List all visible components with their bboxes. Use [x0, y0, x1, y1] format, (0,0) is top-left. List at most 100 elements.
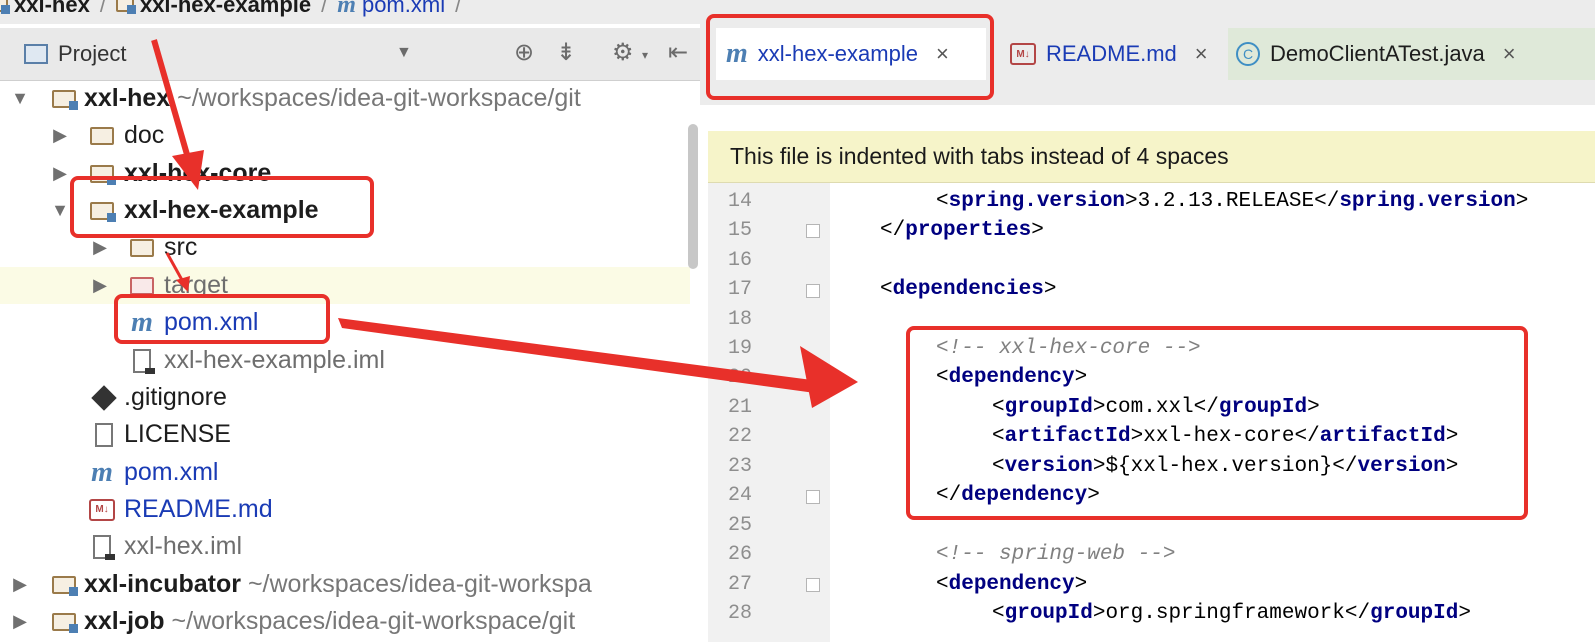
collapse-all-icon[interactable]: ⇟	[556, 38, 576, 67]
close-icon[interactable]: ×	[1503, 41, 1516, 67]
line-number: 15	[727, 219, 752, 242]
tree-item-xxl-hex[interactable]: ▼ xxl-hex ~/workspaces/idea-git-workspac…	[0, 80, 690, 117]
text-file-icon	[90, 422, 118, 447]
tree-path: ~/workspaces/idea-git-workspace/git	[177, 84, 581, 112]
breadcrumb-separator: /	[455, 0, 462, 17]
tree-item-xxl-hex-core[interactable]: ▶ xxl-hex-core	[0, 155, 690, 192]
line-number: 25	[727, 514, 752, 537]
code-line-24: </dependency>	[936, 484, 1100, 507]
tab-readme[interactable]: M↓ README.md ×	[1010, 28, 1208, 80]
line-number: 23	[727, 455, 752, 478]
line-number: 19	[727, 337, 752, 360]
tree-item-example-iml[interactable]: xxl-hex-example.iml	[0, 342, 690, 379]
module-folder-icon	[50, 87, 78, 111]
code-line-17: <dependencies>	[880, 278, 1057, 301]
tree-label: src	[164, 233, 198, 261]
editor-tab-bar: m xxl-hex-example × M↓ README.md × C Dem…	[700, 0, 1595, 105]
folder-icon	[88, 124, 116, 148]
code-line-21: <groupId>com.xxl</groupId>	[992, 396, 1320, 419]
tree-item-hex-iml[interactable]: xxl-hex.iml	[0, 528, 690, 565]
code-line-15: </properties>	[880, 219, 1044, 242]
tree-label: doc	[124, 121, 165, 149]
tree-item-xxl-incubator[interactable]: ▶ xxl-incubator ~/workspaces/idea-git-wo…	[0, 566, 690, 603]
close-icon[interactable]: ×	[936, 41, 949, 67]
tree-item-doc[interactable]: ▶ doc	[0, 117, 690, 154]
tree-label: README.md	[124, 495, 273, 523]
locate-target-icon[interactable]: ⊕	[514, 38, 534, 67]
tab-xxl-hex-example[interactable]: m xxl-hex-example ×	[716, 28, 986, 80]
module-folder-icon	[88, 162, 116, 186]
tree-label: pom.xml	[124, 458, 219, 486]
project-tree: ▼ xxl-hex ~/workspaces/idea-git-workspac…	[0, 80, 690, 642]
tree-label: xxl-hex-core	[124, 159, 272, 187]
iml-file-icon	[88, 534, 116, 560]
dropdown-arrow-icon[interactable]: ▼	[396, 44, 412, 62]
code-line-27: <dependency>	[936, 573, 1088, 596]
settings-gear-icon[interactable]: ⚙	[612, 38, 634, 67]
collapsed-arrow-icon[interactable]: ▶	[90, 275, 110, 296]
tree-item-license[interactable]: LICENSE	[0, 416, 690, 453]
tree-item-xxl-hex-example[interactable]: ▼ xxl-hex-example	[0, 192, 690, 229]
tree-item-root-pom[interactable]: m pom.xml	[0, 454, 690, 491]
line-number: 27	[727, 573, 752, 596]
tab-label: xxl-hex-example	[757, 41, 918, 66]
tree-item-gitignore[interactable]: .gitignore	[0, 379, 690, 416]
tree-label: xxl-hex-example.iml	[164, 346, 385, 374]
expanded-arrow-icon[interactable]: ▼	[10, 88, 30, 109]
line-number: 17	[727, 278, 752, 301]
tree-label: xxl-job	[84, 607, 165, 635]
tree-label: xxl-hex.iml	[124, 532, 243, 560]
maven-icon: m	[726, 38, 748, 69]
tree-item-readme[interactable]: M↓ README.md	[0, 491, 690, 528]
module-folder-icon	[50, 573, 78, 597]
markdown-icon: M↓	[1010, 43, 1036, 65]
git-icon	[90, 384, 118, 411]
fold-marker-icon[interactable]	[806, 224, 820, 238]
tree-item-xxl-job[interactable]: ▶ xxl-job ~/workspaces/idea-git-workspac…	[0, 603, 690, 640]
tree-scrollbar[interactable]	[686, 124, 700, 274]
iml-file-icon	[128, 348, 156, 374]
chevron-down-icon[interactable]: ▾	[642, 48, 648, 62]
excluded-folder-icon	[128, 274, 156, 298]
markdown-icon: M↓	[88, 498, 116, 522]
tree-item-src[interactable]: ▶ src	[0, 229, 690, 266]
tree-path: ~/workspaces/idea-git-workspace/git	[171, 607, 576, 635]
scrollbar-thumb[interactable]	[688, 124, 698, 269]
fold-marker-icon[interactable]	[806, 284, 820, 298]
tree-item-example-pom[interactable]: m pom.xml	[0, 304, 690, 341]
project-view-title[interactable]: Project	[58, 41, 126, 67]
indent-notification-banner: This file is indented with tabs instead …	[708, 131, 1595, 183]
hide-panel-icon[interactable]: ⇤	[668, 38, 688, 67]
line-number: 21	[727, 396, 752, 419]
breadcrumb-item-xxl-hex[interactable]: xxl-hex	[0, 0, 90, 18]
code-line-20: <dependency>	[936, 366, 1088, 389]
tab-democlientatest[interactable]: C DemoClientATest.java ×	[1228, 28, 1595, 80]
collapsed-arrow-icon[interactable]: ▶	[10, 611, 30, 632]
line-number: 26	[727, 543, 752, 566]
fold-marker-icon[interactable]	[806, 490, 820, 504]
line-number: 28	[727, 602, 752, 625]
code-editor[interactable]: <spring.version>3.2.13.RELEASE</spring.v…	[830, 183, 1595, 642]
code-line-22: <artifactId>xxl-hex-core</artifactId>	[992, 425, 1459, 448]
collapsed-arrow-icon[interactable]: ▶	[90, 237, 110, 258]
collapsed-arrow-icon[interactable]: ▶	[10, 574, 30, 595]
tree-label: LICENSE	[124, 420, 231, 448]
tree-item-target[interactable]: ▶ target	[0, 267, 690, 304]
collapsed-arrow-icon[interactable]: ▶	[50, 125, 70, 146]
code-line-23: <version>${xxl-hex.version}</version>	[992, 455, 1459, 478]
collapsed-arrow-icon[interactable]: ▶	[50, 163, 70, 184]
maven-icon: m	[91, 456, 113, 488]
line-number: 24	[727, 484, 752, 507]
project-toolbar: Project ▼ ⊕ ⇟ ⚙ ▾ ⇤	[0, 28, 700, 81]
tree-label: xxl-hex-example	[124, 196, 319, 224]
expanded-arrow-icon[interactable]: ▼	[50, 200, 70, 221]
close-icon[interactable]: ×	[1195, 41, 1208, 67]
code-line-26: <!-- spring-web -->	[936, 543, 1176, 566]
fold-marker-icon[interactable]	[806, 578, 820, 592]
maven-icon: m	[337, 0, 356, 18]
line-number: 20	[727, 366, 752, 389]
line-number: 22	[727, 425, 752, 448]
breadcrumb-item-xxl-hex-example[interactable]: xxl-hex-example	[115, 0, 311, 18]
tree-label: target	[164, 271, 228, 299]
breadcrumb-item-pom[interactable]: m pom.xml	[337, 0, 445, 19]
